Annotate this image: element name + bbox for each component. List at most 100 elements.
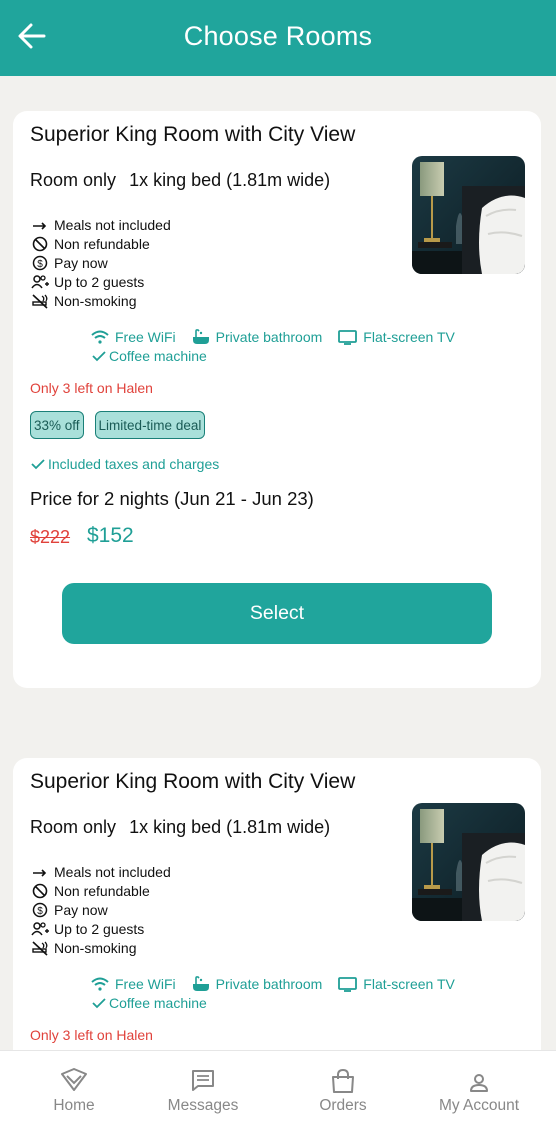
policy-item: Non-smoking [30,938,171,957]
svg-text:$: $ [37,259,43,270]
policy-text: Meals not included [54,216,171,233]
policy-text: Non-smoking [54,292,137,309]
amenity-item: Flat-screen TV [338,329,455,345]
tab-label: My Account [438,1097,520,1114]
room-plan-bed: Room only 1x king bed (1.81m wide) [30,817,330,838]
tv-icon [338,976,358,992]
policy-text: Pay now [54,901,108,918]
policy-text: Non-smoking [54,939,137,956]
tv-icon [338,329,358,345]
policy-item: Up to 2 guests [30,272,171,291]
policy-item: Non refundable [30,881,171,900]
wifi-icon [91,977,109,991]
room-plan: Room only [30,817,117,837]
policy-item: Up to 2 guests [30,919,171,938]
policy-text: Up to 2 guests [54,273,145,290]
amenity-text: Coffee machine [109,348,207,364]
policy-text: Pay now [54,254,108,271]
guests-icon [30,273,49,290]
shopping-bag-icon [332,1068,354,1093]
tab-label: Orders [319,1097,367,1114]
no-entry-icon [30,882,49,899]
room-plan: Room only [30,170,117,190]
policy-item: Non refundable [30,234,171,253]
guests-icon [30,920,49,937]
original-price: $222 [30,527,71,547]
amenities-row: Coffee machine [91,348,223,364]
amenity-item: Flat-screen TV [338,976,455,992]
discount-badge: 33% off [30,411,84,439]
taxes-text: Included taxes and charges [48,456,220,472]
room-title: Superior King Room with City View [30,770,356,793]
bed-info: 1x king bed (1.81m wide) [129,170,331,190]
wifi-icon [91,330,109,344]
amenity-item: Free WiFi [91,976,176,992]
dollar-coin-icon: $ [30,254,49,271]
svg-text:$: $ [37,906,43,917]
deal-badges: 33% off Limited-time deal [30,411,216,439]
message-icon [192,1070,214,1091]
amenities-row: Coffee machine [91,995,223,1011]
policy-text: Up to 2 guests [54,920,145,937]
check-icon [92,998,106,1009]
amenity-item: Free WiFi [91,329,176,345]
policy-text: Non refundable [54,235,150,252]
tab-home[interactable]: Home [24,1051,124,1125]
room-title: Superior King Room with City View [30,123,356,146]
amenity-text: Flat-screen TV [363,976,455,992]
policy-list: Meals not included Non refundable $ Pay … [30,862,171,957]
availability-note: Only 3 left on Halen [30,1027,153,1043]
amenity-item: Coffee machine [91,995,207,1011]
no-smoking-icon [30,292,49,309]
tab-label: Home [53,1097,95,1114]
room-list[interactable]: Superior King Room with City View Room o… [0,76,556,1050]
policy-item: Meals not included [30,862,171,881]
room-plan-bed: Room only 1x king bed (1.81m wide) [30,170,330,191]
amenity-text: Free WiFi [115,976,176,992]
amenity-item: Coffee machine [91,348,207,364]
tab-messages[interactable]: Messages [153,1051,253,1125]
price-period: Price for 2 nights (Jun 21 - Jun 23) [30,488,314,509]
arrow-right-icon [30,863,49,880]
policy-text: Meals not included [54,863,171,880]
bathtub-icon [192,329,209,344]
discounted-price: $152 [87,524,134,547]
availability-note: Only 3 left on Halen [30,380,153,396]
check-icon [31,459,45,470]
select-button[interactable]: Select [62,583,492,644]
room-photo[interactable] [412,803,525,921]
page-title: Choose Rooms [183,21,373,51]
policy-list: Meals not included Non refundable $ Pay … [30,215,171,310]
check-icon [92,351,106,362]
policy-item: $ Pay now [30,253,171,272]
bed-info: 1x king bed (1.81m wide) [129,817,331,837]
room-card: Superior King Room with City View Room o… [13,758,541,1050]
amenities-row: Free WiFi Private bathroom Flat-screen T… [91,329,471,345]
dollar-coin-icon: $ [30,901,49,918]
amenity-text: Free WiFi [115,329,176,345]
room-photo[interactable] [412,156,525,274]
policy-item: Meals not included [30,215,171,234]
policy-item: Non-smoking [30,291,171,310]
user-icon [470,1074,488,1092]
amenity-text: Private bathroom [215,976,323,992]
home-logo-icon [61,1068,87,1091]
amenities-row: Free WiFi Private bathroom Flat-screen T… [91,976,471,992]
amenity-text: Flat-screen TV [363,329,455,345]
amenity-item: Private bathroom [192,329,323,345]
taxes-note: Included taxes and charges [30,456,219,472]
tab-my-account[interactable]: My Account [429,1051,529,1125]
policy-item: $ Pay now [30,900,171,919]
tab-label: Messages [167,1097,239,1114]
tab-orders[interactable]: Orders [293,1051,393,1125]
no-entry-icon [30,235,49,252]
room-card: Superior King Room with City View Room o… [13,111,541,688]
policy-text: Non refundable [54,882,150,899]
amenity-item: Private bathroom [192,976,323,992]
amenity-text: Coffee machine [109,995,207,1011]
amenity-text: Private bathroom [215,329,323,345]
bottom-tab-bar: Home Messages Orders My Account [0,1050,556,1125]
arrow-right-icon [30,216,49,233]
deal-badge: Limited-time deal [94,411,206,439]
no-smoking-icon [30,939,49,956]
